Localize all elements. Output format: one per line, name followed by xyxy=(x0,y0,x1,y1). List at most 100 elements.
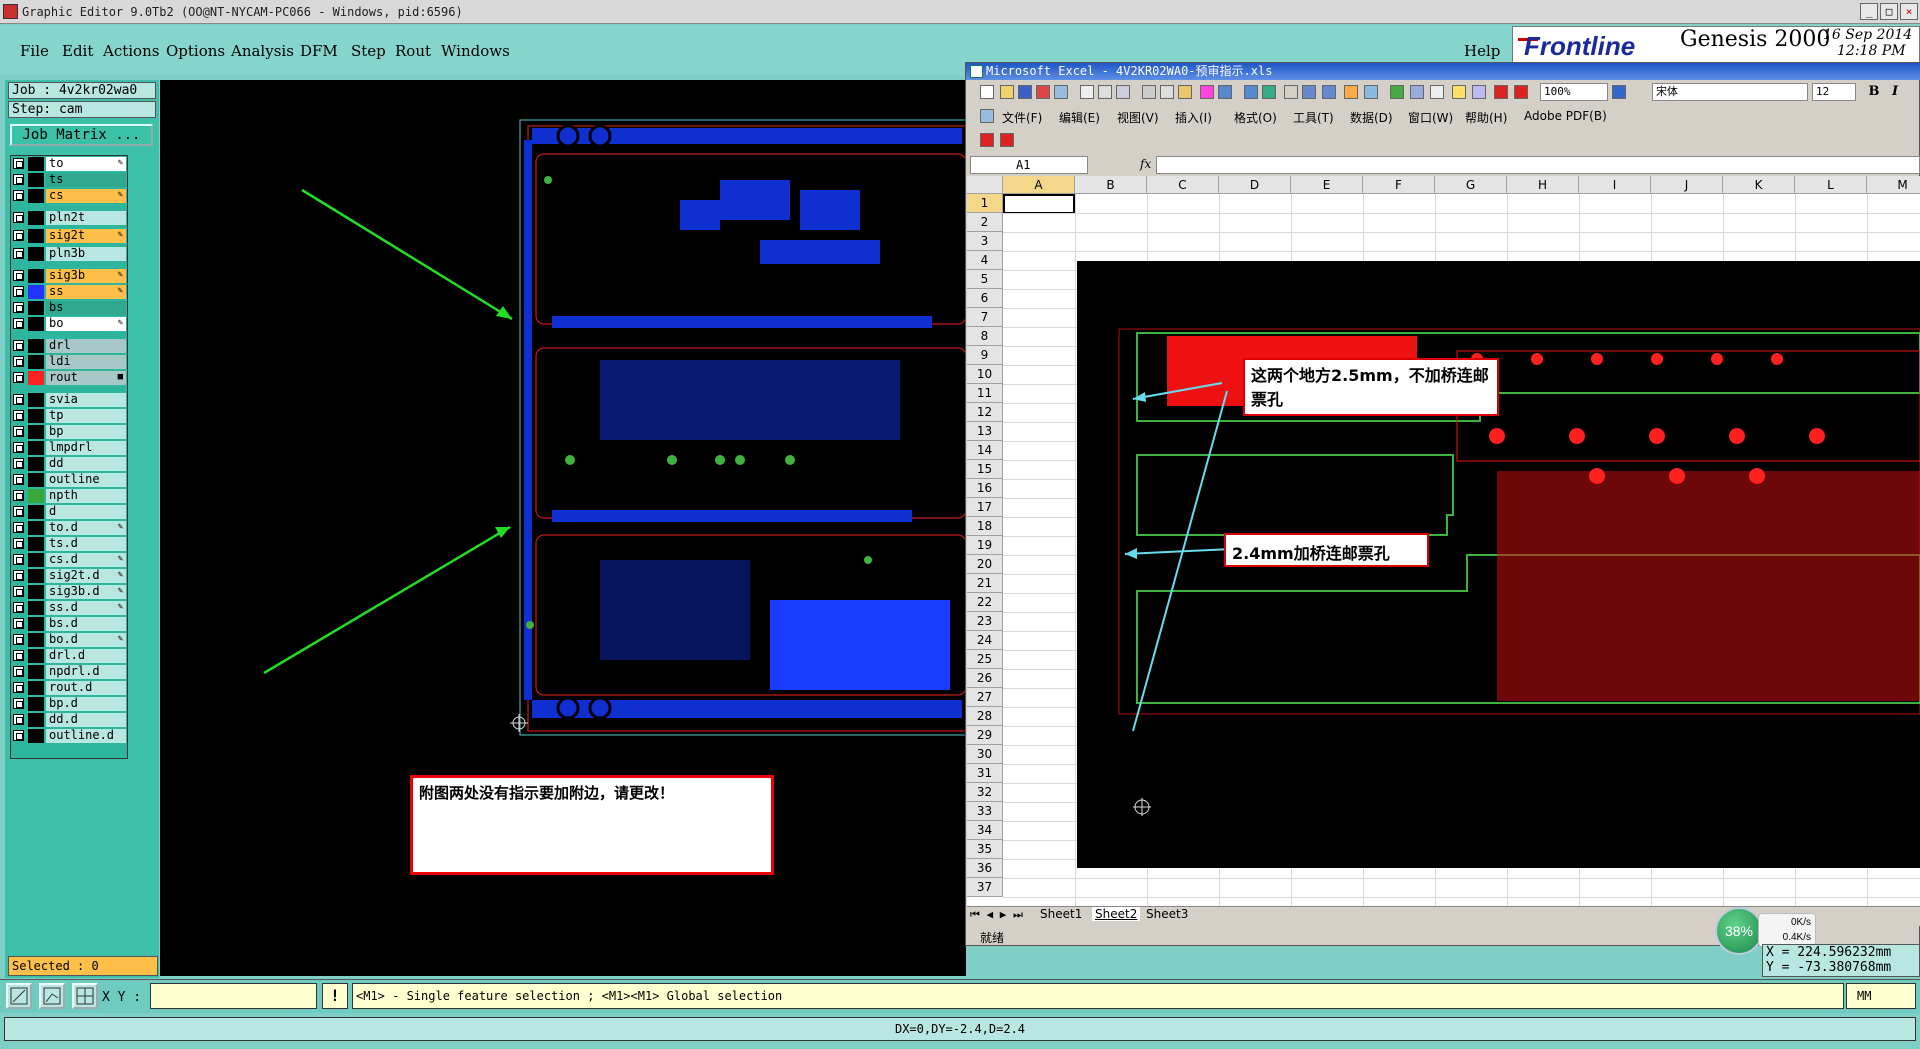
row-header[interactable]: 29 xyxy=(967,726,1003,745)
layer-row-sig2t[interactable]: sig2t ✎ xyxy=(10,229,128,243)
layer-color-swatch[interactable] xyxy=(28,355,44,369)
map-icon[interactable] xyxy=(1390,85,1404,99)
layer-name[interactable]: tp xyxy=(46,409,126,423)
column-header[interactable]: A xyxy=(1003,176,1075,194)
layer-row-ldi[interactable]: ldi xyxy=(10,355,128,369)
layer-color-swatch[interactable] xyxy=(28,285,44,299)
xl-menu-file[interactable]: 文件(F) xyxy=(1002,109,1042,126)
layer-name[interactable]: outline xyxy=(46,473,126,487)
xl-menu-help[interactable]: 帮助(H) xyxy=(1465,109,1507,126)
layer-name[interactable]: lmpdrl xyxy=(46,441,126,455)
layer-color-swatch[interactable] xyxy=(28,473,44,487)
pdf-comment-icon[interactable] xyxy=(1514,85,1528,99)
layer-color-swatch[interactable] xyxy=(28,521,44,535)
layer-row-to[interactable]: to ✎ xyxy=(10,157,128,171)
menu-analysis[interactable]: Analysis xyxy=(231,42,294,60)
layer-row-sig3b-d[interactable]: sig3b.d ✎ xyxy=(10,585,128,599)
layer-name[interactable]: sig3b.d ✎ xyxy=(46,585,126,599)
layer-checkbox[interactable] xyxy=(13,318,24,329)
close-button[interactable]: × xyxy=(1900,3,1918,20)
sheet-tab-2[interactable]: Sheet2 xyxy=(1092,907,1141,921)
units-select[interactable]: MM xyxy=(1846,983,1916,1009)
layer-name[interactable]: bs.d xyxy=(46,617,126,631)
row-header[interactable]: 36 xyxy=(967,859,1003,878)
xl-menu-format[interactable]: 格式(O) xyxy=(1234,109,1277,126)
row-header[interactable]: 28 xyxy=(967,707,1003,726)
spelling-icon[interactable] xyxy=(1116,85,1130,99)
layer-name[interactable]: npdrl.d xyxy=(46,665,126,679)
select-all-corner[interactable] xyxy=(967,176,1003,194)
row-header[interactable]: 34 xyxy=(967,821,1003,840)
layer-row-drl-d[interactable]: drl.d xyxy=(10,649,128,663)
column-header[interactable]: E xyxy=(1291,176,1363,194)
layer-name[interactable]: dd.d xyxy=(46,713,126,727)
autosum-icon[interactable] xyxy=(1284,85,1298,99)
layer-name[interactable]: ldi xyxy=(46,355,126,369)
new-icon[interactable] xyxy=(980,85,994,99)
layer-checkbox[interactable] xyxy=(13,230,24,241)
layer-row-outline-d[interactable]: outline.d xyxy=(10,729,128,743)
layer-checkbox[interactable] xyxy=(13,586,24,597)
layer-checkbox[interactable] xyxy=(13,270,24,281)
layer-name[interactable]: sig2t ✎ xyxy=(46,229,126,243)
layer-row-ts-d[interactable]: ts.d xyxy=(10,537,128,551)
layer-row-bp-d[interactable]: bp.d xyxy=(10,697,128,711)
menu-file[interactable]: File xyxy=(20,42,49,60)
layer-name[interactable]: ss ✎ xyxy=(46,285,126,299)
sort-asc-icon[interactable] xyxy=(1302,85,1316,99)
layer-row-ts[interactable]: ts xyxy=(10,173,128,187)
layer-checkbox[interactable] xyxy=(13,506,24,517)
hyperlink-icon[interactable] xyxy=(1262,85,1276,99)
row-header[interactable]: 27 xyxy=(967,688,1003,707)
layer-checkbox[interactable] xyxy=(13,714,24,725)
row-header[interactable]: 8 xyxy=(967,327,1003,346)
layer-name[interactable]: outline.d xyxy=(46,729,126,743)
layer-row-bp[interactable]: bp xyxy=(10,425,128,439)
active-cell[interactable] xyxy=(1003,194,1075,214)
layer-row-dd[interactable]: dd xyxy=(10,457,128,471)
layer-color-swatch[interactable] xyxy=(28,173,44,187)
layer-row-lmpdrl[interactable]: lmpdrl xyxy=(10,441,128,455)
row-header[interactable]: 23 xyxy=(967,612,1003,631)
layer-row-dd-d[interactable]: dd.d xyxy=(10,713,128,727)
layer-row-bo-d[interactable]: bo.d ✎ xyxy=(10,633,128,647)
layer-row-pln2t[interactable]: pln2t xyxy=(10,211,128,225)
layer-checkbox[interactable] xyxy=(13,190,24,201)
menu-options[interactable]: Options xyxy=(166,42,225,60)
layer-row-sig2t-d[interactable]: sig2t.d ✎ xyxy=(10,569,128,583)
layer-row-rout-d[interactable]: rout.d xyxy=(10,681,128,695)
layer-checkbox[interactable] xyxy=(13,248,24,259)
layer-name[interactable]: bo ✎ xyxy=(46,317,126,331)
menu-rout[interactable]: Rout xyxy=(395,42,431,60)
layer-color-swatch[interactable] xyxy=(28,729,44,743)
layer-row-bs-d[interactable]: bs.d xyxy=(10,617,128,631)
row-header[interactable]: 18 xyxy=(967,517,1003,536)
column-header[interactable]: B xyxy=(1075,176,1147,194)
layer-checkbox[interactable] xyxy=(13,442,24,453)
layer-name[interactable]: cs.d ✎ xyxy=(46,553,126,567)
redo-icon[interactable] xyxy=(1244,85,1258,99)
menu-windows[interactable]: Windows xyxy=(441,42,510,60)
layer-color-swatch[interactable] xyxy=(28,211,44,225)
layer-checkbox[interactable] xyxy=(13,490,24,501)
layer-color-swatch[interactable] xyxy=(28,665,44,679)
layer-color-swatch[interactable] xyxy=(28,269,44,283)
table-icon[interactable] xyxy=(1472,85,1486,99)
layer-color-swatch[interactable] xyxy=(28,585,44,599)
row-header[interactable]: 26 xyxy=(967,669,1003,688)
xl-menu-adobe-pdf[interactable]: Adobe PDF(B) xyxy=(1524,109,1607,123)
layer-row-to-d[interactable]: to.d ✎ xyxy=(10,521,128,535)
layer-name[interactable]: drl.d xyxy=(46,649,126,663)
layer-checkbox[interactable] xyxy=(13,302,24,313)
layer-checkbox[interactable] xyxy=(13,286,24,297)
layer-name[interactable]: to ✎ xyxy=(46,157,126,171)
layer-color-swatch[interactable] xyxy=(28,505,44,519)
zoom-select[interactable]: 100% xyxy=(1540,83,1608,101)
row-header[interactable]: 12 xyxy=(967,403,1003,422)
row-header[interactable]: 1 xyxy=(967,194,1003,213)
xl-menu-data[interactable]: 数据(D) xyxy=(1350,109,1393,126)
sort-desc-icon[interactable] xyxy=(1322,85,1336,99)
warning-button[interactable]: ! xyxy=(322,983,348,1009)
filter-icon[interactable] xyxy=(1452,85,1466,99)
layer-color-swatch[interactable] xyxy=(28,713,44,727)
